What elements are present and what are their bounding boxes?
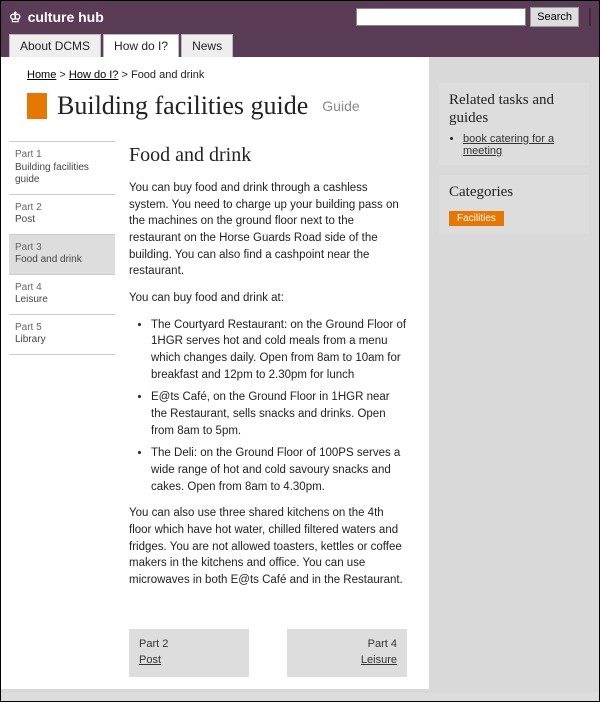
article-paragraph: You can buy food and drink at: bbox=[129, 290, 407, 307]
breadcrumb-link-home[interactable]: Home bbox=[27, 69, 56, 81]
search-button[interactable]: Search bbox=[530, 7, 579, 27]
search-input[interactable] bbox=[356, 8, 526, 26]
article-list: The Courtyard Restaurant: on the Ground … bbox=[151, 317, 407, 496]
pager-prev[interactable]: Part 2 Post bbox=[129, 629, 249, 677]
article-heading: Food and drink bbox=[129, 141, 407, 170]
sidebar: Related tasks and guides book catering f… bbox=[439, 57, 589, 689]
list-item: E@ts Café, on the Ground Floor in 1HGR n… bbox=[151, 389, 407, 439]
part-link-3[interactable]: Part 3Food and drink bbox=[9, 234, 115, 274]
guide-icon bbox=[27, 93, 47, 119]
page-title-meta: Guide bbox=[322, 98, 359, 114]
page-title-row: Building facilities guide Guide bbox=[9, 87, 421, 131]
part-link-5[interactable]: Part 5Library bbox=[9, 314, 115, 355]
site-header: ♔ culture hub Search bbox=[1, 1, 599, 33]
breadcrumb-current: Food and drink bbox=[131, 69, 204, 81]
list-item: The Deli: on the Ground Floor of 100PS s… bbox=[151, 445, 407, 495]
breadcrumb: Home > How do I? > Food and drink bbox=[9, 65, 421, 87]
breadcrumb-link-howdoi[interactable]: How do I? bbox=[69, 69, 119, 81]
header-divider bbox=[589, 8, 591, 26]
part-link-2[interactable]: Part 2Post bbox=[9, 194, 115, 234]
categories-box: Categories Facilities bbox=[439, 175, 589, 234]
list-item: The Courtyard Restaurant: on the Ground … bbox=[151, 317, 407, 384]
main-column: Home > How do I? > Food and drink Buildi… bbox=[1, 57, 429, 689]
page-title: Building facilities guide bbox=[57, 91, 308, 121]
site-title: culture hub bbox=[28, 9, 104, 25]
tab-about-dcms[interactable]: About DCMS bbox=[9, 34, 101, 57]
article-paragraph: You can buy food and drink through a cas… bbox=[129, 180, 407, 280]
pager-next-link[interactable]: Leisure bbox=[361, 654, 397, 666]
category-tag[interactable]: Facilities bbox=[449, 211, 504, 226]
page-footer: Is something wrong with this page? Acces… bbox=[1, 693, 599, 702]
app-frame: ♔ culture hub Search About DCMS How do I… bbox=[0, 0, 600, 702]
categories-heading: Categories bbox=[449, 183, 579, 201]
article-paragraph: You can also use three shared kitchens o… bbox=[129, 505, 407, 588]
pager-next[interactable]: Part 4 Leisure bbox=[287, 629, 407, 677]
page-body: Home > How do I? > Food and drink Buildi… bbox=[1, 57, 599, 702]
tab-how-do-i[interactable]: How do I? bbox=[103, 34, 179, 57]
part-link-4[interactable]: Part 4Leisure bbox=[9, 274, 115, 314]
part-link-1[interactable]: Part 1Building facilities guide bbox=[9, 141, 115, 194]
primary-tabs: About DCMS How do I? News bbox=[1, 33, 599, 57]
tab-news[interactable]: News bbox=[181, 34, 233, 57]
related-heading: Related tasks and guides bbox=[449, 91, 579, 127]
related-box: Related tasks and guides book catering f… bbox=[439, 83, 589, 165]
article-body: Food and drink You can buy food and drin… bbox=[125, 141, 417, 689]
crown-icon: ♔ bbox=[9, 9, 22, 26]
site-brand: ♔ culture hub bbox=[9, 9, 104, 26]
pager-prev-link[interactable]: Post bbox=[139, 654, 161, 666]
related-link[interactable]: book catering for a meeting bbox=[463, 133, 554, 157]
search-form: Search bbox=[356, 7, 591, 27]
article-pager: Part 2 Post Part 4 Leisure bbox=[129, 599, 407, 689]
parts-nav: Part 1Building facilities guide Part 2Po… bbox=[9, 141, 115, 689]
